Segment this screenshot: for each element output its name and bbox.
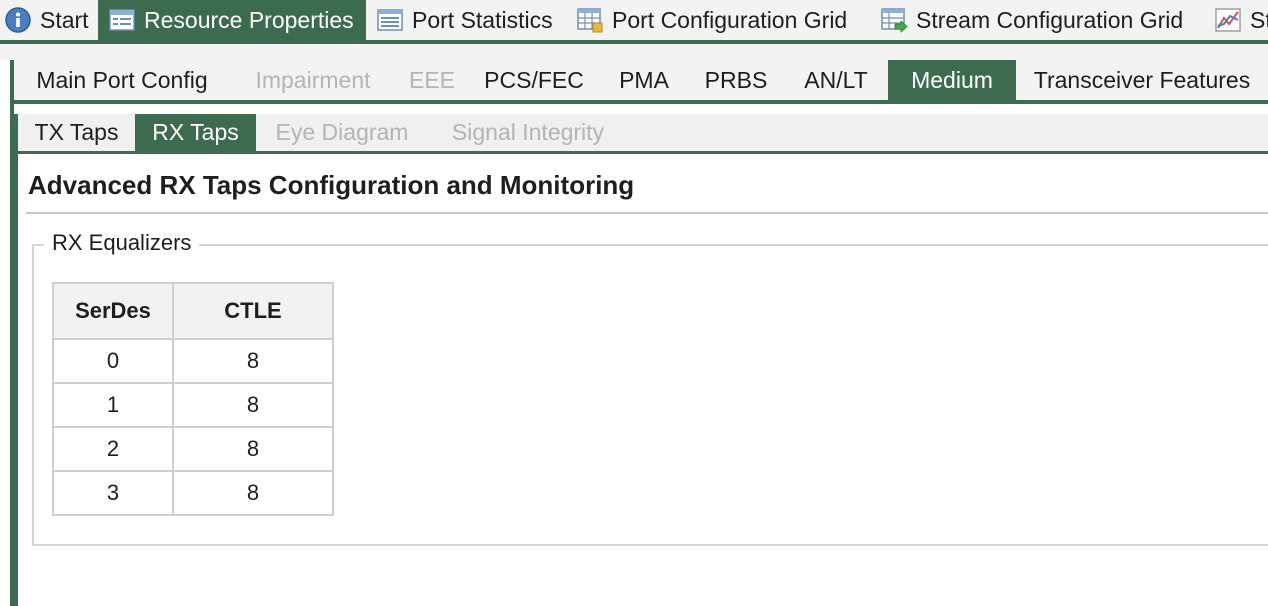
serdes-cell: 3 bbox=[52, 470, 174, 516]
tab-pma[interactable]: PMA bbox=[600, 60, 688, 100]
chart-icon bbox=[1215, 8, 1241, 32]
tab-start[interactable]: Start bbox=[0, 0, 98, 40]
table-header-row: SerDes CTLE bbox=[52, 282, 334, 340]
page-title: Advanced RX Taps Configuration and Monit… bbox=[28, 170, 635, 200]
tab-transceiver-features-label: Transceiver Features bbox=[1033, 66, 1251, 93]
tab-stream-configuration-grid[interactable]: Stream Configuration Grid bbox=[872, 0, 1208, 40]
tab-prbs-label: PRBS bbox=[704, 66, 768, 93]
ctle-cell[interactable]: 8 bbox=[172, 338, 334, 384]
content-left-border bbox=[14, 114, 18, 606]
tab-eee[interactable]: EEE bbox=[396, 60, 468, 100]
document-tab-strip: Start Resource Properties Port Statistic… bbox=[0, 0, 1268, 44]
port-property-tabs: Main Port Config Impairment EEE PCS/FEC … bbox=[14, 60, 1268, 104]
tab-eye-diagram-label: Eye Diagram bbox=[275, 119, 409, 145]
serdes-cell: 0 bbox=[52, 338, 174, 384]
tab-main-port-config-label: Main Port Config bbox=[36, 66, 208, 93]
tab-transceiver-features[interactable]: Transceiver Features bbox=[1016, 60, 1268, 100]
tab-medium[interactable]: Medium bbox=[888, 60, 1016, 100]
tab-spacer bbox=[14, 104, 1268, 114]
info-icon bbox=[5, 7, 31, 33]
stream-grid-icon bbox=[881, 8, 908, 33]
tab-start-label: Start bbox=[40, 6, 89, 33]
tab-rx-taps-label: RX Taps bbox=[152, 119, 239, 145]
tab-signal-integrity-label: Signal Integrity bbox=[451, 119, 605, 145]
rx-equalizers-table: SerDes CTLE 0 8 1 8 2 8 3 8 bbox=[52, 282, 334, 516]
ctle-cell[interactable]: 8 bbox=[172, 382, 334, 428]
tab-pcs-fec[interactable]: PCS/FEC bbox=[468, 60, 600, 100]
tab-port-statistics[interactable]: Port Statistics bbox=[366, 0, 566, 40]
tab-tx-taps-label: TX Taps bbox=[34, 119, 119, 145]
table-row[interactable]: 3 8 bbox=[52, 470, 334, 516]
tab-resource-properties-label: Resource Properties bbox=[144, 6, 354, 33]
tab-main-port-config[interactable]: Main Port Config bbox=[14, 60, 230, 100]
frame-gap bbox=[0, 44, 1268, 60]
rx-equalizers-group-label: RX Equalizers bbox=[44, 230, 200, 256]
table-row[interactable]: 0 8 bbox=[52, 338, 334, 384]
tab-resource-properties[interactable]: Resource Properties bbox=[98, 0, 366, 40]
ctle-cell[interactable]: 8 bbox=[172, 426, 334, 472]
grid-config-icon bbox=[577, 8, 603, 33]
tab-statistics-chart-label: St bbox=[1250, 6, 1268, 33]
title-divider bbox=[26, 212, 1268, 214]
ctle-cell[interactable]: 8 bbox=[172, 470, 334, 516]
tab-port-statistics-label: Port Statistics bbox=[412, 6, 553, 33]
tab-signal-integrity[interactable]: Signal Integrity bbox=[428, 114, 628, 151]
tab-eye-diagram[interactable]: Eye Diagram bbox=[256, 114, 428, 151]
tab-an-lt-label: AN/LT bbox=[804, 66, 868, 93]
tab-an-lt[interactable]: AN/LT bbox=[784, 60, 888, 100]
serdes-cell: 1 bbox=[52, 382, 174, 428]
table-row[interactable]: 1 8 bbox=[52, 382, 334, 428]
tab-eee-label: EEE bbox=[408, 66, 456, 93]
tab-prbs[interactable]: PRBS bbox=[688, 60, 784, 100]
tab-tx-taps[interactable]: TX Taps bbox=[18, 114, 135, 151]
tab-medium-label: Medium bbox=[911, 66, 993, 93]
serdes-cell: 2 bbox=[52, 426, 174, 472]
tab-stream-configuration-grid-label: Stream Configuration Grid bbox=[916, 6, 1184, 33]
tab-port-configuration-grid[interactable]: Port Configuration Grid bbox=[566, 0, 872, 40]
tab-port-configuration-grid-label: Port Configuration Grid bbox=[612, 6, 848, 33]
properties-icon bbox=[109, 9, 135, 31]
tab-impairment[interactable]: Impairment bbox=[230, 60, 396, 100]
tab-pcs-fec-label: PCS/FEC bbox=[484, 66, 584, 93]
column-header-serdes[interactable]: SerDes bbox=[52, 282, 174, 340]
tab-impairment-label: Impairment bbox=[255, 66, 371, 93]
tab-pma-label: PMA bbox=[619, 66, 669, 93]
statistics-icon bbox=[377, 9, 403, 31]
tab-rx-taps[interactable]: RX Taps bbox=[135, 114, 256, 151]
tab-statistics-chart[interactable]: St bbox=[1208, 0, 1268, 40]
medium-sub-tabs: TX Taps RX Taps Eye Diagram Signal Integ… bbox=[14, 114, 1268, 154]
table-row[interactable]: 2 8 bbox=[52, 426, 334, 472]
column-header-ctle[interactable]: CTLE bbox=[172, 282, 334, 340]
